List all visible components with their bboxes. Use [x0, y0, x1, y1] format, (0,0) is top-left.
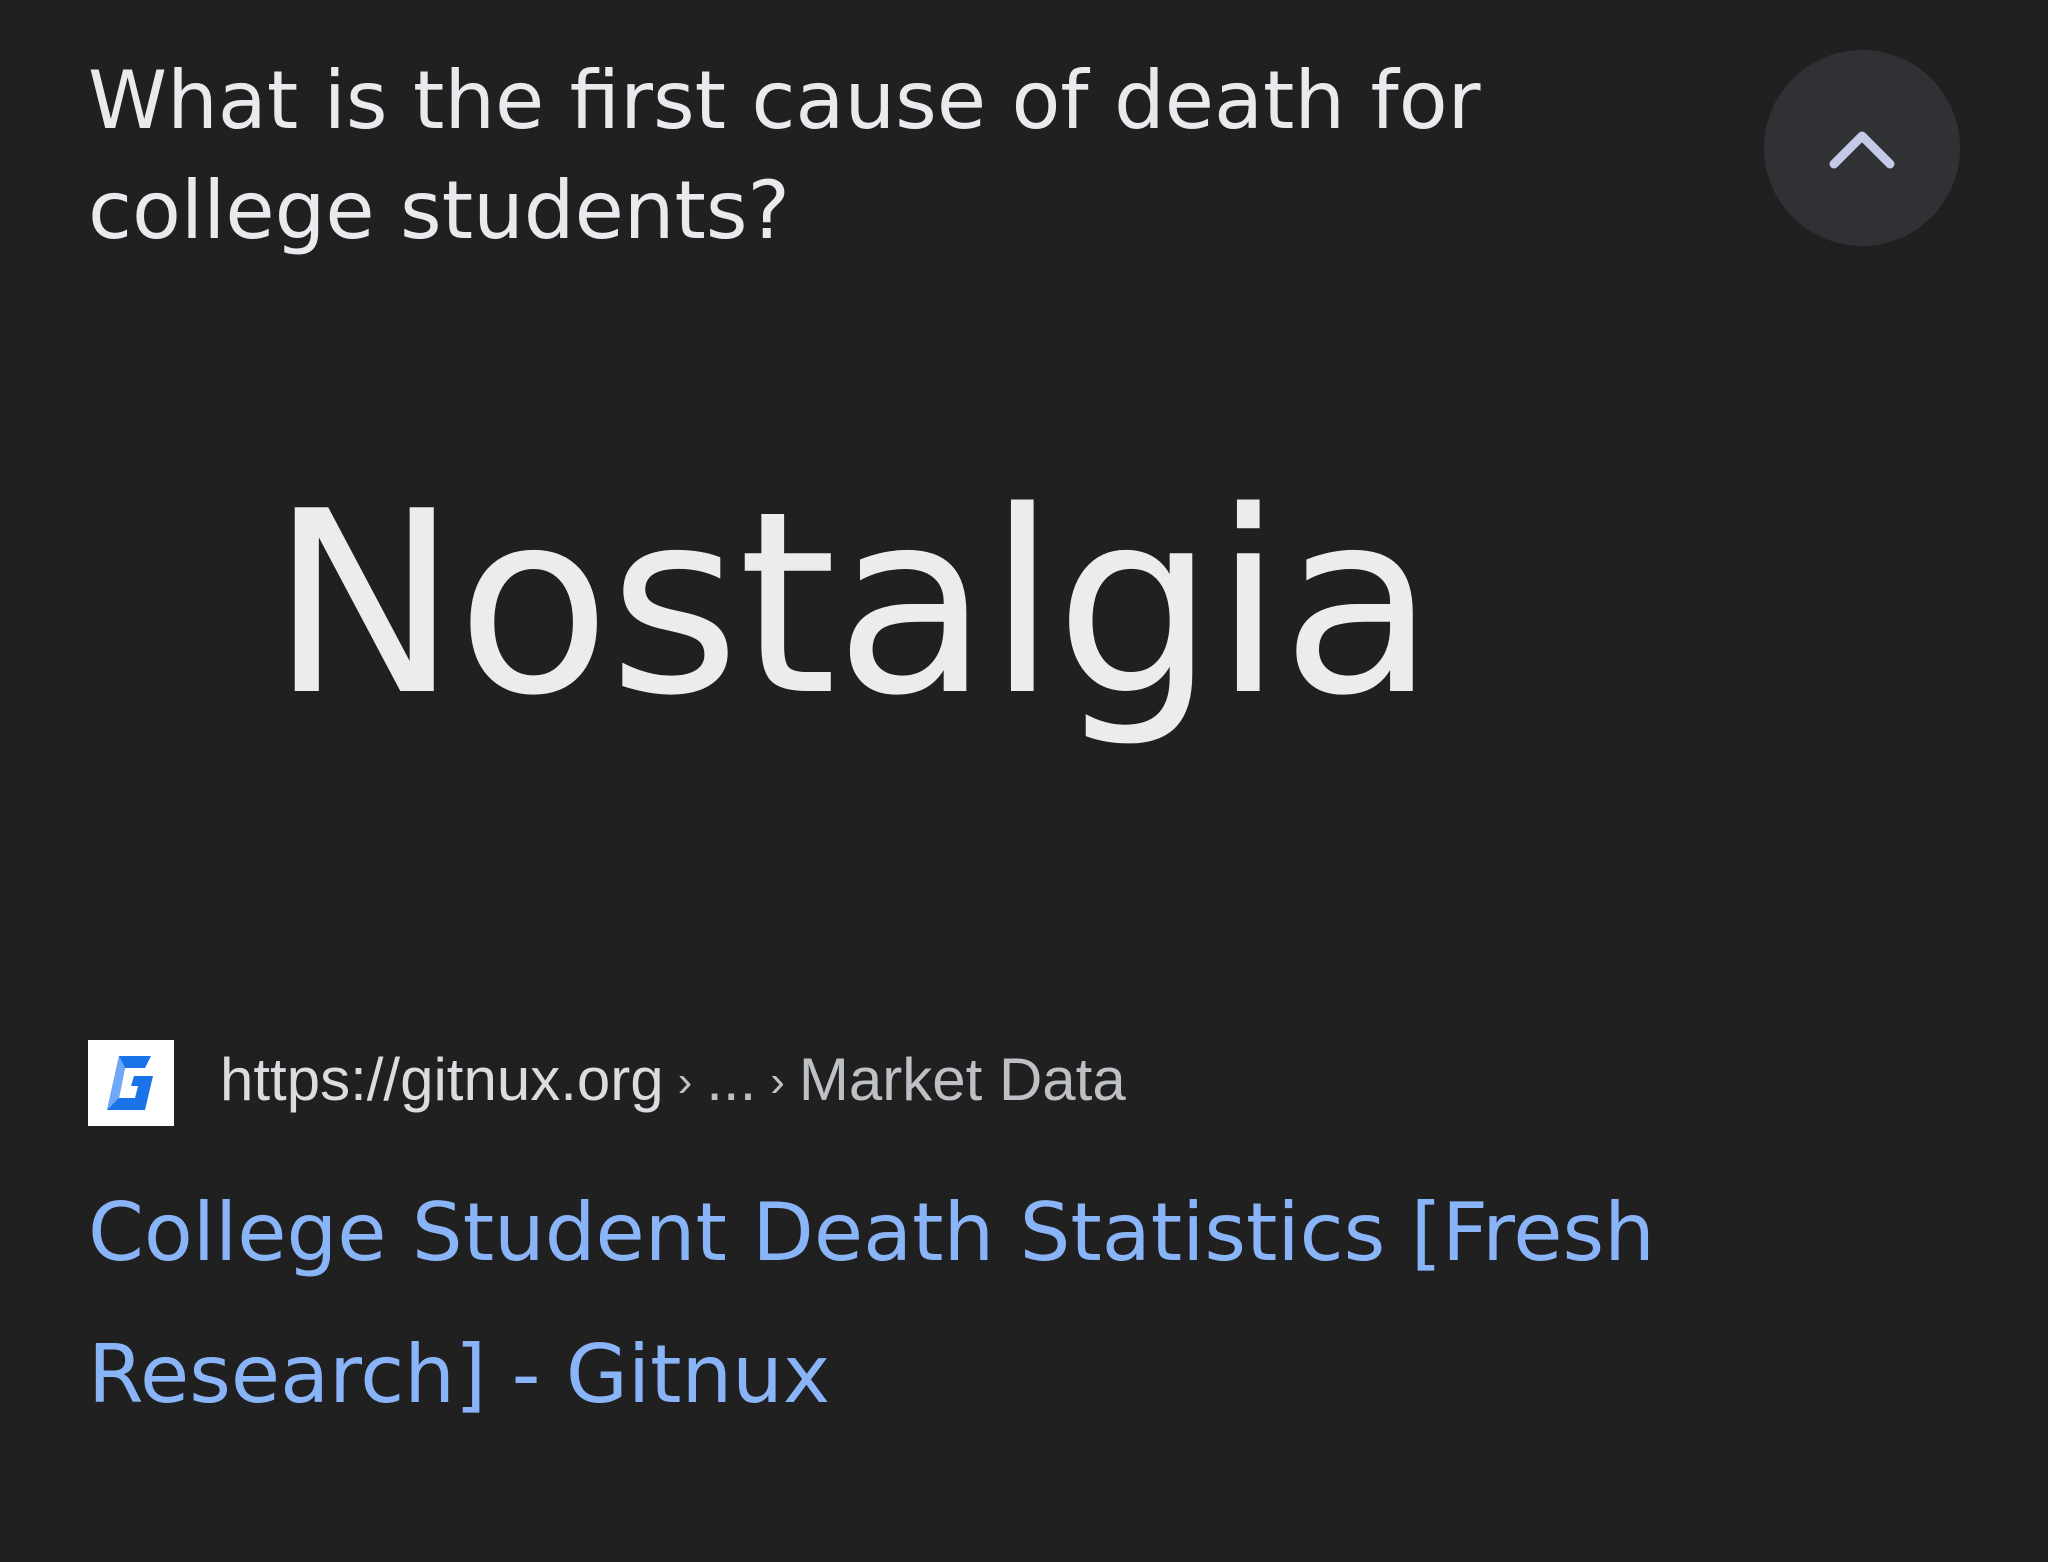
url-section: Market Data — [798, 1046, 1126, 1113]
chevron-up-icon — [1829, 131, 1895, 169]
breadcrumb-separator: › — [770, 1057, 785, 1106]
breadcrumb-separator: › — [677, 1057, 693, 1106]
collapse-button[interactable] — [1764, 50, 1960, 246]
answer-image-text: Nostalgia — [270, 458, 1436, 751]
search-result-card: What is the first cause of death for col… — [0, 0, 2048, 1562]
question-heading: What is the first cause of death for col… — [88, 54, 1481, 257]
url-ellipsis: ... — [706, 1046, 757, 1113]
result-title-link[interactable]: College Student Death Statistics [Fresh … — [88, 1162, 1808, 1446]
result-source[interactable]: https://gitnux.org ›... › Market Data — [88, 1040, 1126, 1126]
result-url: https://gitnux.org ›... › Market Data — [220, 1037, 1126, 1129]
gitnux-logo-icon — [88, 1040, 174, 1126]
url-host: https://gitnux.org — [220, 1046, 664, 1113]
